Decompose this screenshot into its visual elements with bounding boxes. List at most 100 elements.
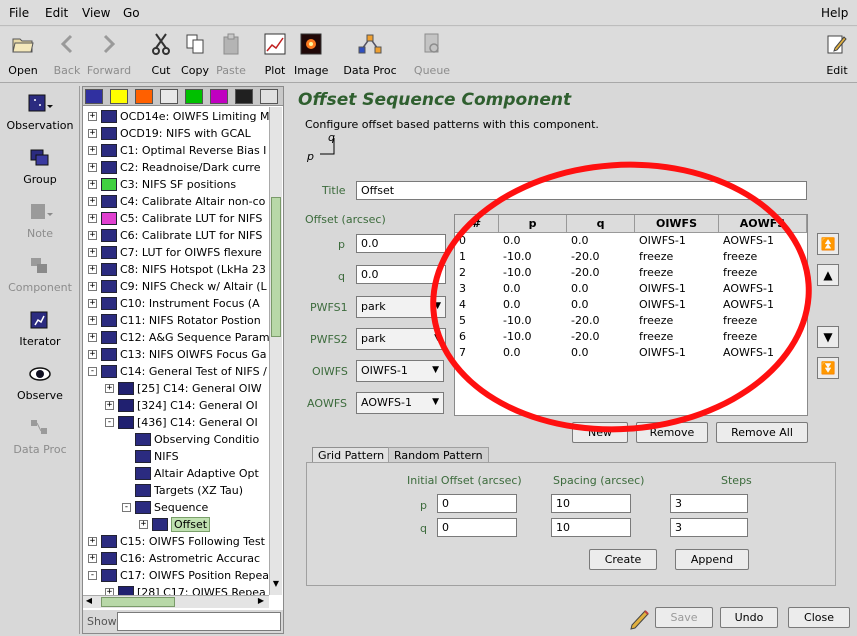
table-header-aowfs[interactable]: AOWFS bbox=[719, 215, 807, 233]
tree-item[interactable]: + C5: Calibrate LUT for NIFS bbox=[88, 210, 262, 227]
collapse-icon[interactable]: - bbox=[122, 503, 131, 512]
move-to-bottom-button[interactable]: ⏬ bbox=[817, 357, 839, 379]
table-row[interactable]: 7 0.0 0.0 OIWFS-1 AOWFS-1 bbox=[455, 345, 807, 361]
tree-item[interactable]: + [324] C14: General OI bbox=[105, 397, 258, 414]
color-swatch[interactable] bbox=[85, 89, 103, 104]
tree-item[interactable]: + C2: Readnoise/Dark curre bbox=[88, 159, 260, 176]
menu-go[interactable]: Go bbox=[123, 6, 140, 20]
tree-item[interactable]: - [436] C14: General OI bbox=[105, 414, 258, 431]
open-button[interactable]: Open bbox=[4, 30, 42, 77]
grid-p-steps-input[interactable] bbox=[670, 494, 748, 513]
color-swatch[interactable] bbox=[185, 89, 203, 104]
aowfs-select[interactable]: AOWFS-1 ▼ bbox=[356, 392, 444, 414]
expand-icon[interactable]: + bbox=[88, 146, 97, 155]
remove-all-button[interactable]: Remove All bbox=[716, 422, 808, 443]
collapse-icon[interactable]: - bbox=[88, 367, 97, 376]
collapse-icon[interactable]: - bbox=[105, 418, 114, 427]
scroll-thumb[interactable] bbox=[271, 197, 281, 337]
table-row[interactable]: 0 0.0 0.0 OIWFS-1 AOWFS-1 bbox=[455, 233, 807, 249]
tree-item[interactable]: + OCD19: NIFS with GCAL bbox=[88, 125, 251, 142]
grid-q-spacing-input[interactable] bbox=[551, 518, 631, 537]
tree-item[interactable]: + C8: NIFS Hotspot (LkHa 23 bbox=[88, 261, 266, 278]
save-button[interactable]: Save bbox=[655, 607, 713, 628]
table-row[interactable]: 3 0.0 0.0 OIWFS-1 AOWFS-1 bbox=[455, 281, 807, 297]
scroll-down-arrow-icon[interactable]: ▼ bbox=[271, 579, 281, 593]
grid-p-initial-input[interactable] bbox=[437, 494, 517, 513]
scroll-left-arrow-icon[interactable]: ◀ bbox=[83, 596, 95, 608]
close-button[interactable]: Close bbox=[788, 607, 850, 628]
expand-icon[interactable]: + bbox=[88, 333, 97, 342]
tree-item[interactable]: + C12: A&G Sequence Param bbox=[88, 329, 269, 346]
table-row[interactable]: 5 -10.0 -20.0 freeze freeze bbox=[455, 313, 807, 329]
pwfs1-select[interactable]: park ▼ bbox=[356, 296, 446, 318]
back-button[interactable]: Back bbox=[50, 30, 84, 77]
tree-item[interactable]: + C6: Calibrate LUT for NIFS bbox=[88, 227, 262, 244]
expand-icon[interactable]: + bbox=[105, 384, 114, 393]
expand-icon[interactable]: + bbox=[88, 554, 97, 563]
expand-icon[interactable]: + bbox=[88, 129, 97, 138]
table-row[interactable]: 6 -10.0 -20.0 freeze freeze bbox=[455, 329, 807, 345]
copy-button[interactable]: Copy bbox=[180, 30, 210, 77]
tree-item[interactable]: Observing Conditio bbox=[122, 431, 259, 448]
append-grid-button[interactable]: Append bbox=[675, 549, 749, 570]
tree-item[interactable]: + C11: NIFS Rotator Postion bbox=[88, 312, 261, 329]
queue-button[interactable]: Queue bbox=[410, 30, 454, 77]
color-swatch[interactable] bbox=[260, 89, 278, 104]
expand-icon[interactable]: + bbox=[88, 265, 97, 274]
expand-icon[interactable]: + bbox=[88, 214, 97, 223]
palette-iterator[interactable]: Iterator bbox=[0, 308, 80, 348]
tree-item[interactable]: Altair Adaptive Opt bbox=[122, 465, 259, 482]
expand-icon[interactable]: + bbox=[105, 401, 114, 410]
show-filter-input[interactable] bbox=[117, 612, 281, 631]
palette-observe[interactable]: Observe bbox=[0, 362, 80, 402]
color-swatch[interactable] bbox=[210, 89, 228, 104]
expand-icon[interactable]: + bbox=[88, 282, 97, 291]
menu-view[interactable]: View bbox=[82, 6, 110, 20]
grid-q-steps-input[interactable] bbox=[670, 518, 748, 537]
tree-item[interactable]: + [28] C17: OIWFS Repea bbox=[105, 584, 266, 595]
create-grid-button[interactable]: Create bbox=[589, 549, 657, 570]
move-up-button[interactable]: ▲ bbox=[817, 264, 839, 286]
palette-group[interactable]: Group bbox=[0, 146, 80, 186]
oiwfs-select[interactable]: OIWFS-1 ▼ bbox=[356, 360, 444, 382]
title-input[interactable] bbox=[356, 181, 807, 200]
grid-p-spacing-input[interactable] bbox=[551, 494, 631, 513]
tree-item[interactable]: + C15: OIWFS Following Test bbox=[88, 533, 265, 550]
expand-icon[interactable]: + bbox=[88, 537, 97, 546]
remove-position-button[interactable]: Remove bbox=[636, 422, 708, 443]
tree-horizontal-scrollbar[interactable]: ◀ ▶ bbox=[83, 595, 269, 608]
color-swatch[interactable] bbox=[160, 89, 178, 104]
edit-button[interactable]: Edit bbox=[822, 30, 852, 77]
expand-icon[interactable]: + bbox=[139, 520, 148, 529]
expand-icon[interactable]: + bbox=[88, 231, 97, 240]
tree-item[interactable]: + OCD14e: OIWFS Limiting M bbox=[88, 108, 269, 125]
tree-item[interactable]: + C16: Astrometric Accurac bbox=[88, 550, 260, 567]
table-row[interactable]: 2 -10.0 -20.0 freeze freeze bbox=[455, 265, 807, 281]
color-swatch[interactable] bbox=[135, 89, 153, 104]
paste-button[interactable]: Paste bbox=[214, 30, 248, 77]
move-down-button[interactable]: ▼ bbox=[817, 326, 839, 348]
scroll-thumb[interactable] bbox=[101, 597, 175, 607]
menu-help[interactable]: Help bbox=[821, 6, 848, 20]
expand-icon[interactable]: + bbox=[88, 350, 97, 359]
color-swatch[interactable] bbox=[235, 89, 253, 104]
tree-item[interactable]: + C9: NIFS Check w/ Altair (L bbox=[88, 278, 267, 295]
forward-button[interactable]: Forward bbox=[86, 30, 132, 77]
pwfs2-select[interactable]: park ▼ bbox=[356, 328, 446, 350]
tree-item[interactable]: + [25] C14: General OIW bbox=[105, 380, 262, 397]
new-position-button[interactable]: New bbox=[572, 422, 628, 443]
palette-data-proc[interactable]: Data Proc bbox=[0, 416, 80, 456]
tree-item[interactable]: NIFS bbox=[122, 448, 179, 465]
menu-file[interactable]: File bbox=[9, 6, 29, 20]
palette-note[interactable]: Note bbox=[0, 200, 80, 240]
tree-item[interactable]: + C7: LUT for OIWFS flexure bbox=[88, 244, 262, 261]
tree-item[interactable]: - C17: OIWFS Position Repea bbox=[88, 567, 269, 584]
table-header-p[interactable]: p bbox=[499, 215, 567, 233]
tree-item[interactable]: Targets (XZ Tau) bbox=[122, 482, 243, 499]
tree-item[interactable]: - Sequence bbox=[122, 499, 208, 516]
table-header-q[interactable]: q bbox=[567, 215, 635, 233]
palette-observation[interactable]: Observation bbox=[0, 92, 80, 132]
expand-icon[interactable]: + bbox=[88, 299, 97, 308]
palette-component[interactable]: Component bbox=[0, 254, 80, 294]
tree-vertical-scrollbar[interactable]: ▼ bbox=[269, 107, 282, 595]
